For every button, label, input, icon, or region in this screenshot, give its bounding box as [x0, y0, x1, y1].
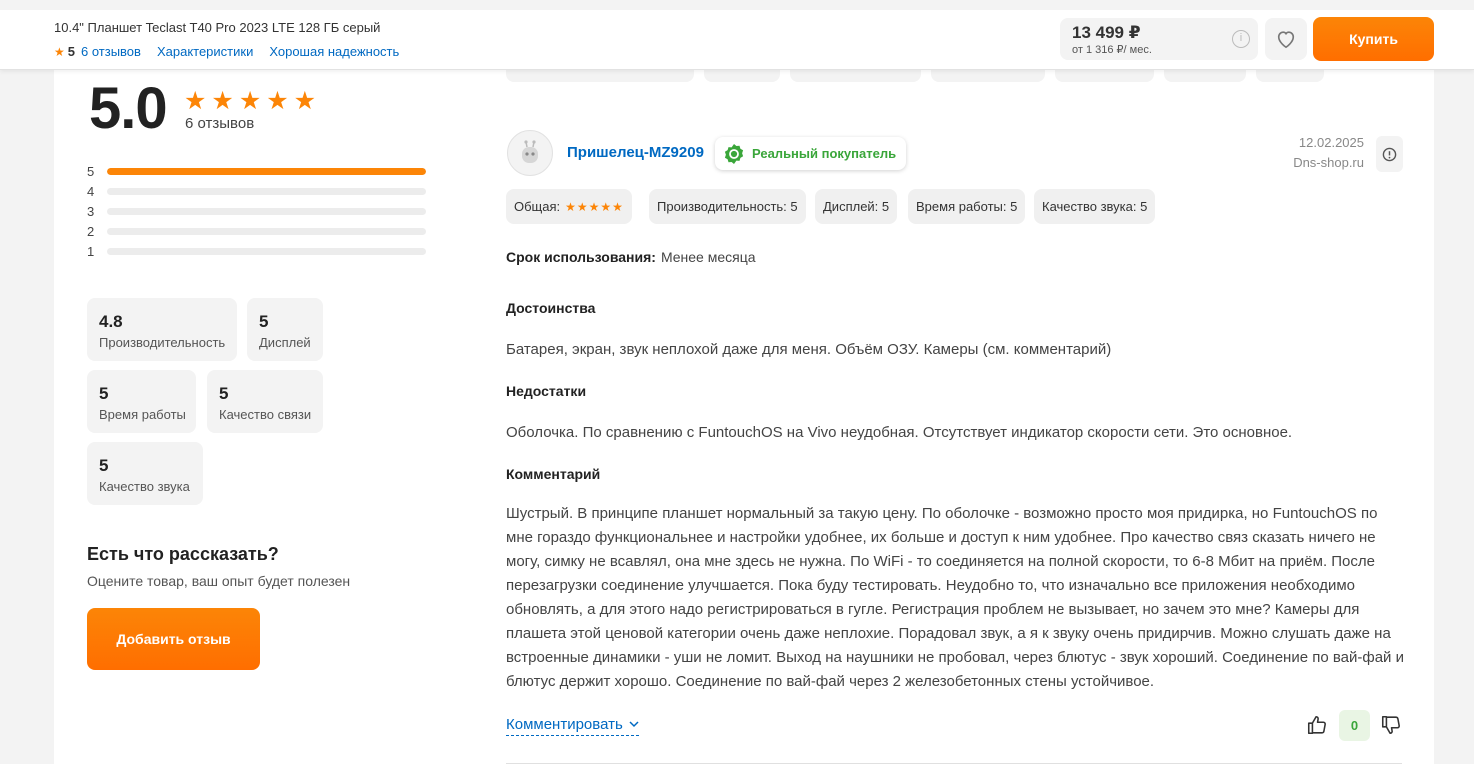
distribution-bar [107, 207, 426, 215]
distribution-row[interactable]: 3 [87, 203, 426, 219]
distribution-label: 4 [87, 183, 95, 199]
stat-value: 5 [259, 312, 269, 331]
cta-subtitle: Оцените товар, ваш опыт будет полезен [87, 573, 351, 589]
review-source: Dns-shop.ru [1293, 155, 1364, 170]
reviews-link[interactable]: 6 отзывов [81, 44, 141, 59]
verified-badge-label: Реальный покупатель [752, 146, 897, 161]
distribution-bar [107, 167, 426, 175]
distribution-label: 3 [87, 203, 95, 219]
comment-text: Шустрый. В принципе планшет нормальный з… [506, 505, 1404, 690]
comment-title: Комментарий [506, 466, 601, 482]
wishlist-button[interactable] [1265, 18, 1307, 60]
distribution-bar [107, 187, 426, 195]
distribution-bar [107, 227, 426, 235]
verified-buyer-badge: Реальный покупатель [715, 137, 907, 170]
distribution-bar [107, 247, 426, 255]
rating-chip: Производительность: 5 [649, 189, 806, 224]
stat-sound: 5 Качество звука [87, 442, 203, 505]
product-links: ★ 5 6 отзывов Характеристики Хорошая над… [54, 44, 415, 59]
avatar[interactable] [507, 130, 553, 176]
comment-link[interactable]: Комментировать [506, 716, 639, 736]
price: 13 499 ₽ [1072, 23, 1141, 42]
stat-label: Производительность [99, 335, 226, 350]
distribution-row[interactable]: 4 [87, 183, 426, 199]
stat-label: Качество звука [99, 479, 190, 494]
stat-battery: 5 Время работы [87, 370, 196, 433]
distribution-label: 5 [87, 163, 95, 179]
product-title: 10.4" Планшет Teclast T40 Pro 2023 LTE 1… [54, 20, 381, 35]
cons-title: Недостатки [506, 383, 587, 399]
comment-link-label: Комментировать [506, 716, 623, 733]
buy-button[interactable]: Купить [1313, 17, 1434, 61]
stat-value: 5 [99, 384, 109, 403]
average-rating: 5.0 [89, 76, 168, 141]
vote-count: 0 [1339, 710, 1370, 741]
rating-chip: Дисплей: 5 [815, 189, 898, 224]
usage-label: Срок использования: [506, 249, 656, 265]
rating-chip: Время работы: 5 [908, 189, 1026, 224]
specs-link[interactable]: Характеристики [157, 44, 253, 59]
stat-connection: 5 Качество связи [207, 370, 323, 433]
review-author[interactable]: Пришелец-MZ9209 [567, 144, 704, 161]
distribution-row[interactable]: 5 [87, 163, 426, 179]
thumbs-up-icon [1307, 715, 1326, 735]
sticky-product-header: 10.4" Планшет Teclast T40 Pro 2023 LTE 1… [0, 0, 1474, 70]
info-icon[interactable]: i [1232, 30, 1250, 48]
dislike-button[interactable] [1378, 712, 1404, 738]
star-icon: ★ [54, 44, 65, 59]
chip-label: Общая: [514, 199, 561, 214]
stat-label: Дисплей [259, 335, 311, 350]
cta-title: Есть что рассказать? [87, 544, 279, 564]
alien-avatar-icon [522, 140, 538, 163]
stat-label: Качество связи [219, 407, 312, 422]
stat-value: 4.8 [99, 312, 123, 331]
verified-badge-icon [724, 143, 744, 164]
distribution-label: 1 [87, 243, 95, 259]
info-icon [1382, 147, 1397, 161]
stat-value: 5 [99, 456, 109, 475]
heart-icon [1277, 31, 1295, 49]
usage-period: Срок использования: Менее месяца [506, 249, 756, 265]
distribution-row[interactable]: 2 [87, 223, 426, 239]
pros-title: Достоинства [506, 300, 596, 316]
stat-label: Время работы [99, 407, 186, 422]
rating-chip: Качество звука: 5 [1034, 189, 1156, 224]
add-review-button[interactable]: Добавить отзыв [87, 608, 260, 670]
product-rating: 5 [67, 44, 75, 59]
distribution-label: 2 [87, 223, 95, 239]
rating-stars: ★★★★★ [184, 87, 322, 115]
review-info-button[interactable] [1376, 136, 1403, 172]
like-button[interactable] [1304, 712, 1330, 738]
stat-performance: 4.8 Производительность [87, 298, 237, 361]
usage-value: Менее месяца [660, 249, 756, 265]
thumbs-down-icon [1381, 715, 1400, 735]
distribution-row[interactable]: 1 [87, 243, 426, 259]
chevron-down-icon [629, 721, 639, 728]
stat-display: 5 Дисплей [247, 298, 323, 361]
pros-text: Батарея, экран, звук неплохой даже для м… [506, 341, 1112, 358]
cons-text: Оболочка. По сравнению с FuntouchOS на V… [506, 424, 1293, 441]
chip-stars: ★★★★★ [565, 199, 624, 214]
rating-chip-overall: Общая: ★★★★★ [506, 189, 632, 224]
review-date: 12.02.2025 [1298, 135, 1364, 150]
distribution-fill [107, 167, 426, 175]
stat-value: 5 [219, 384, 229, 403]
review-count: 6 отзывов [185, 115, 255, 132]
credit-price: от 1 316 ₽/ мес. [1072, 44, 1152, 56]
price-box: 13 499 ₽ от 1 316 ₽/ мес. i [1060, 18, 1258, 60]
reliability-link[interactable]: Хорошая надежность [269, 44, 399, 59]
